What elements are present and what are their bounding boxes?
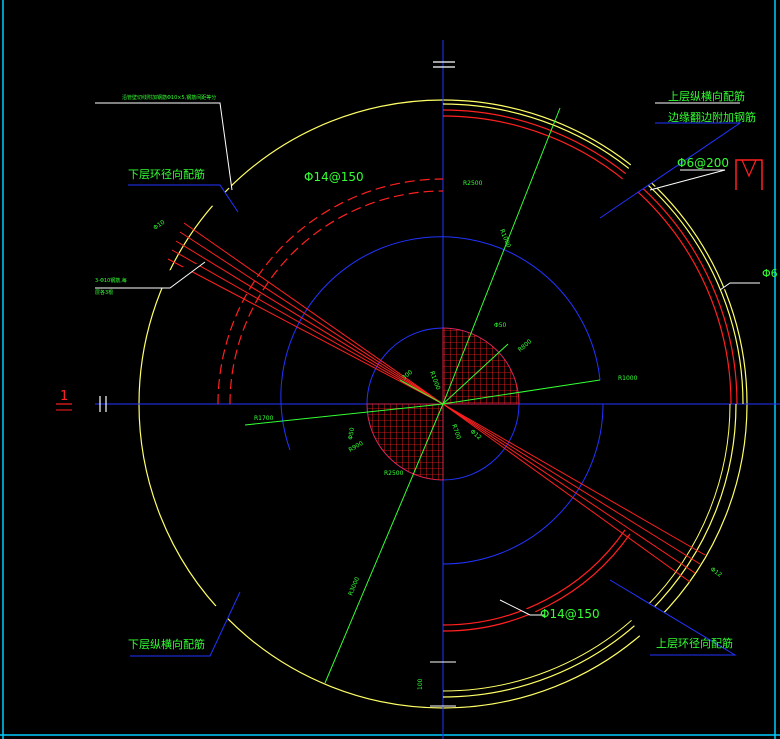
label-section-mark: 1	[60, 389, 68, 404]
dim-label-1: R1000	[498, 228, 512, 249]
radial-bundle-lower-right	[442, 403, 706, 583]
rebar-arc-lower-2	[442, 533, 631, 632]
label-upper-longitudinal: 上层纵横向配筋	[668, 89, 745, 103]
dim-label-13: Φ12	[469, 428, 483, 441]
dim-label-3: R1000	[618, 375, 638, 382]
dim-label-6: R800	[517, 338, 534, 354]
dim-label-5: Φ50	[494, 322, 507, 329]
trough-inner	[741, 159, 757, 178]
middle-circle-arc-2	[442, 403, 604, 565]
dim-label-11: R900	[348, 440, 365, 454]
label-lower-longitudinal: 下层纵横向配筋	[128, 637, 205, 651]
label-phi6-200: Φ6@200	[677, 156, 729, 170]
dimension-lines	[244, 107, 601, 684]
dim-label-14: R2500	[384, 470, 404, 477]
dim-label-17: Φ12	[709, 566, 723, 579]
dim-label-4: R1700	[254, 415, 274, 422]
dim-label-2: R3000	[347, 576, 361, 597]
label-side-note-2: 层各3根	[95, 289, 113, 296]
drawing-canvas: 上层纵横向配筋 边缘翻边附加钢筋 Φ6@200 Φ6 下层环径向配筋 Φ14@1…	[0, 0, 780, 739]
label-phi14-bottom: Φ14@150	[540, 607, 600, 621]
dim-label-8: 300	[401, 369, 414, 382]
hatch-lower-left	[366, 403, 444, 481]
dim-label-12: R700	[450, 423, 462, 440]
hatch-upper-right	[442, 327, 520, 405]
dim-label-10: Φ50	[347, 427, 356, 441]
dim-label-9: R1000	[428, 370, 441, 391]
label-phi14-top: Φ14@150	[304, 170, 364, 184]
label-edge-reinforcement: 边缘翻边附加钢筋	[668, 110, 756, 124]
label-phi6: Φ6	[762, 267, 778, 280]
label-upper-radial: 上层环径向配筋	[656, 636, 733, 650]
dim-label-15: 100	[417, 678, 424, 690]
dim-label-7: R2500	[463, 180, 483, 187]
dim-label-16: Φ10	[152, 219, 166, 232]
leader-lines	[95, 102, 760, 657]
label-side-note-1: 3-Φ10钢筋,每	[95, 277, 127, 284]
label-lower-radial: 下层环径向配筋	[128, 167, 205, 181]
label-top-note: 沿管壁切线附加钢筋Φ10×5,钢筋间距等分	[122, 94, 216, 101]
